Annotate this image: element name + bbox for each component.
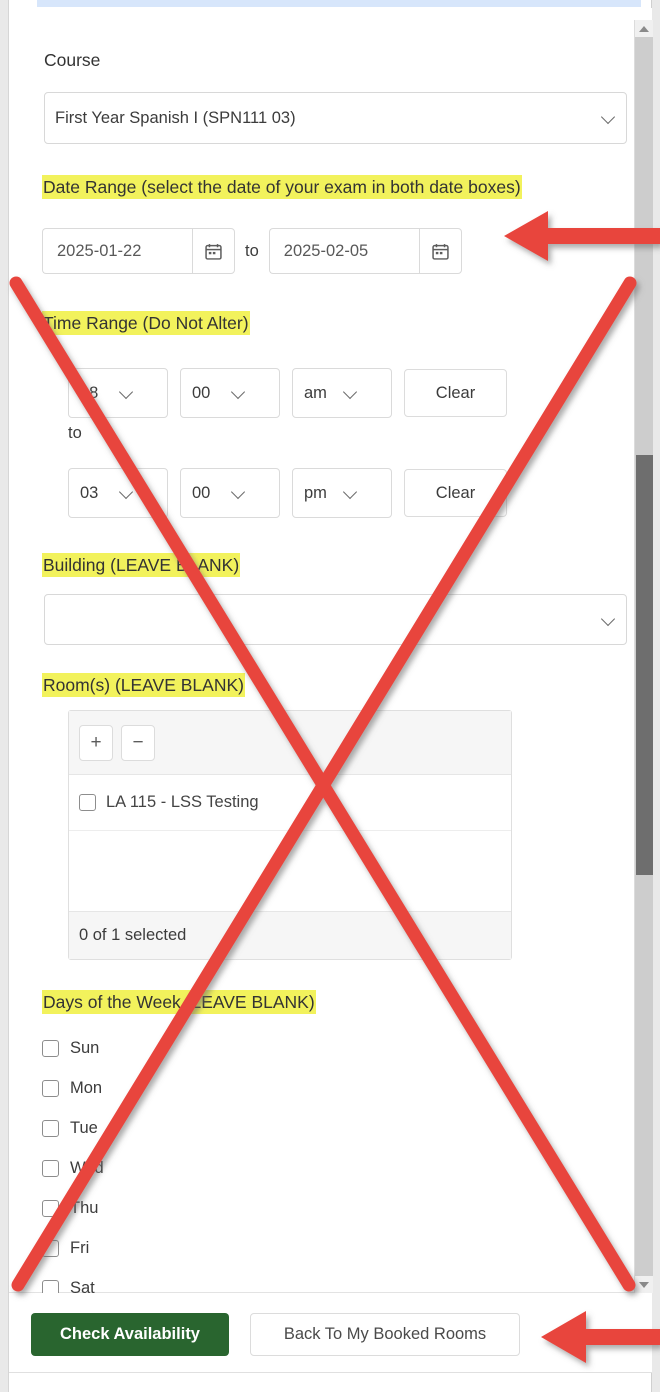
list-item[interactable]: LA 115 - LSS Testing [69, 775, 511, 831]
chevron-down-icon [120, 386, 134, 400]
course-select-value: First Year Spanish I (SPN111 03) [55, 108, 296, 127]
chevron-down-icon [232, 486, 246, 500]
end-minute-select[interactable]: 00 [180, 468, 280, 518]
vertical-scrollbar[interactable] [634, 20, 653, 1293]
check-availability-button[interactable]: Check Availability [31, 1313, 229, 1356]
day-checkbox-thu[interactable] [42, 1199, 59, 1217]
chevron-down-icon [120, 486, 134, 500]
day-label-sun: Sun [70, 1038, 100, 1057]
scrollbar-thumb[interactable] [636, 455, 653, 875]
chevron-down-icon [602, 613, 616, 627]
time-range-start-row: 08 00 am Clear [68, 368, 507, 418]
screenshot-root: Course First Year Spanish I (SPN111 03) … [0, 0, 660, 1392]
date-end-calendar-button[interactable] [418, 228, 462, 274]
chevron-down-icon [602, 111, 616, 125]
chevron-down-icon [344, 386, 358, 400]
course-label: Course [44, 50, 101, 70]
scrollable-form-region[interactable]: Course First Year Spanish I (SPN111 03) … [9, 8, 653, 1297]
top-progress-bar [37, 0, 641, 7]
rooms-list: LA 115 - LSS Testing [69, 775, 511, 911]
end-time-clear-button[interactable]: Clear [404, 469, 507, 517]
date-start-input[interactable]: 2025-01-22 [42, 228, 192, 274]
days-of-week-list: Sun Mon Tue Wed Thu Fri Sat [42, 1028, 104, 1308]
start-meridiem-select[interactable]: am [292, 368, 392, 418]
rooms-panel: + − LA 115 - LSS Testing 0 of 1 selected [68, 710, 512, 960]
end-meridiem-select[interactable]: pm [292, 468, 392, 518]
day-checkbox-fri[interactable] [42, 1239, 59, 1257]
day-checkbox-tue[interactable] [42, 1119, 59, 1137]
room-checkbox[interactable] [79, 794, 96, 811]
day-row-tue[interactable]: Tue [42, 1108, 104, 1148]
room-name: LA 115 - LSS Testing [106, 793, 259, 811]
start-minute-select[interactable]: 00 [180, 368, 280, 418]
date-end-input[interactable]: 2025-02-05 [268, 228, 419, 274]
days-of-week-label: Days of the Week (LEAVE BLANK) [42, 990, 316, 1014]
calendar-icon [432, 243, 449, 260]
day-row-fri[interactable]: Fri [42, 1228, 104, 1268]
course-select[interactable]: First Year Spanish I (SPN111 03) [44, 92, 627, 144]
day-label-mon: Mon [70, 1078, 103, 1097]
chevron-down-icon [232, 386, 246, 400]
scroll-up-button[interactable] [635, 20, 653, 37]
end-hour-select[interactable]: 03 [68, 468, 168, 518]
day-label-wed: Wed [70, 1158, 104, 1177]
day-row-wed[interactable]: Wed [42, 1148, 104, 1188]
scroll-down-button[interactable] [635, 1276, 653, 1293]
date-range-label: Date Range (select the date of your exam… [42, 175, 522, 199]
day-checkbox-wed[interactable] [42, 1159, 59, 1177]
date-start-calendar-button[interactable] [192, 228, 235, 274]
date-range-separator: to [245, 241, 259, 260]
day-label-fri: Fri [70, 1238, 90, 1257]
day-label-tue: Tue [70, 1118, 98, 1137]
triangle-up-icon [639, 25, 649, 32]
rooms-selection-status: 0 of 1 selected [69, 911, 511, 959]
day-checkbox-mon[interactable] [42, 1079, 59, 1097]
day-label-thu: Thu [70, 1198, 99, 1217]
day-row-sun[interactable]: Sun [42, 1028, 104, 1068]
building-select[interactable] [44, 594, 627, 645]
time-range-end-row: 03 00 pm Clear [68, 468, 507, 518]
add-room-button[interactable]: + [79, 724, 113, 761]
back-to-my-booked-rooms-button[interactable]: Back To My Booked Rooms [250, 1313, 520, 1356]
day-row-mon[interactable]: Mon [42, 1068, 104, 1108]
rooms-label: Room(s) (LEAVE BLANK) [42, 673, 245, 697]
start-hour-select[interactable]: 08 [68, 368, 168, 418]
building-label: Building (LEAVE BLANK) [42, 553, 241, 577]
time-range-label: Time Range (Do Not Alter) [42, 311, 250, 335]
start-time-clear-button[interactable]: Clear [404, 369, 507, 417]
scrollbar-track[interactable] [635, 37, 653, 1276]
date-range-row: 2025-01-22 to 2025-02-05 [42, 228, 462, 274]
calendar-icon [205, 243, 222, 260]
form-footer: Check Availability Back To My Booked Roo… [9, 1293, 652, 1373]
day-checkbox-sun[interactable] [42, 1039, 59, 1057]
time-range-separator: to [68, 424, 82, 442]
remove-room-button[interactable]: − [121, 724, 155, 761]
rooms-toolbar: + − [69, 711, 511, 775]
chevron-down-icon [344, 486, 358, 500]
day-row-thu[interactable]: Thu [42, 1188, 104, 1228]
triangle-down-icon [639, 1281, 649, 1288]
